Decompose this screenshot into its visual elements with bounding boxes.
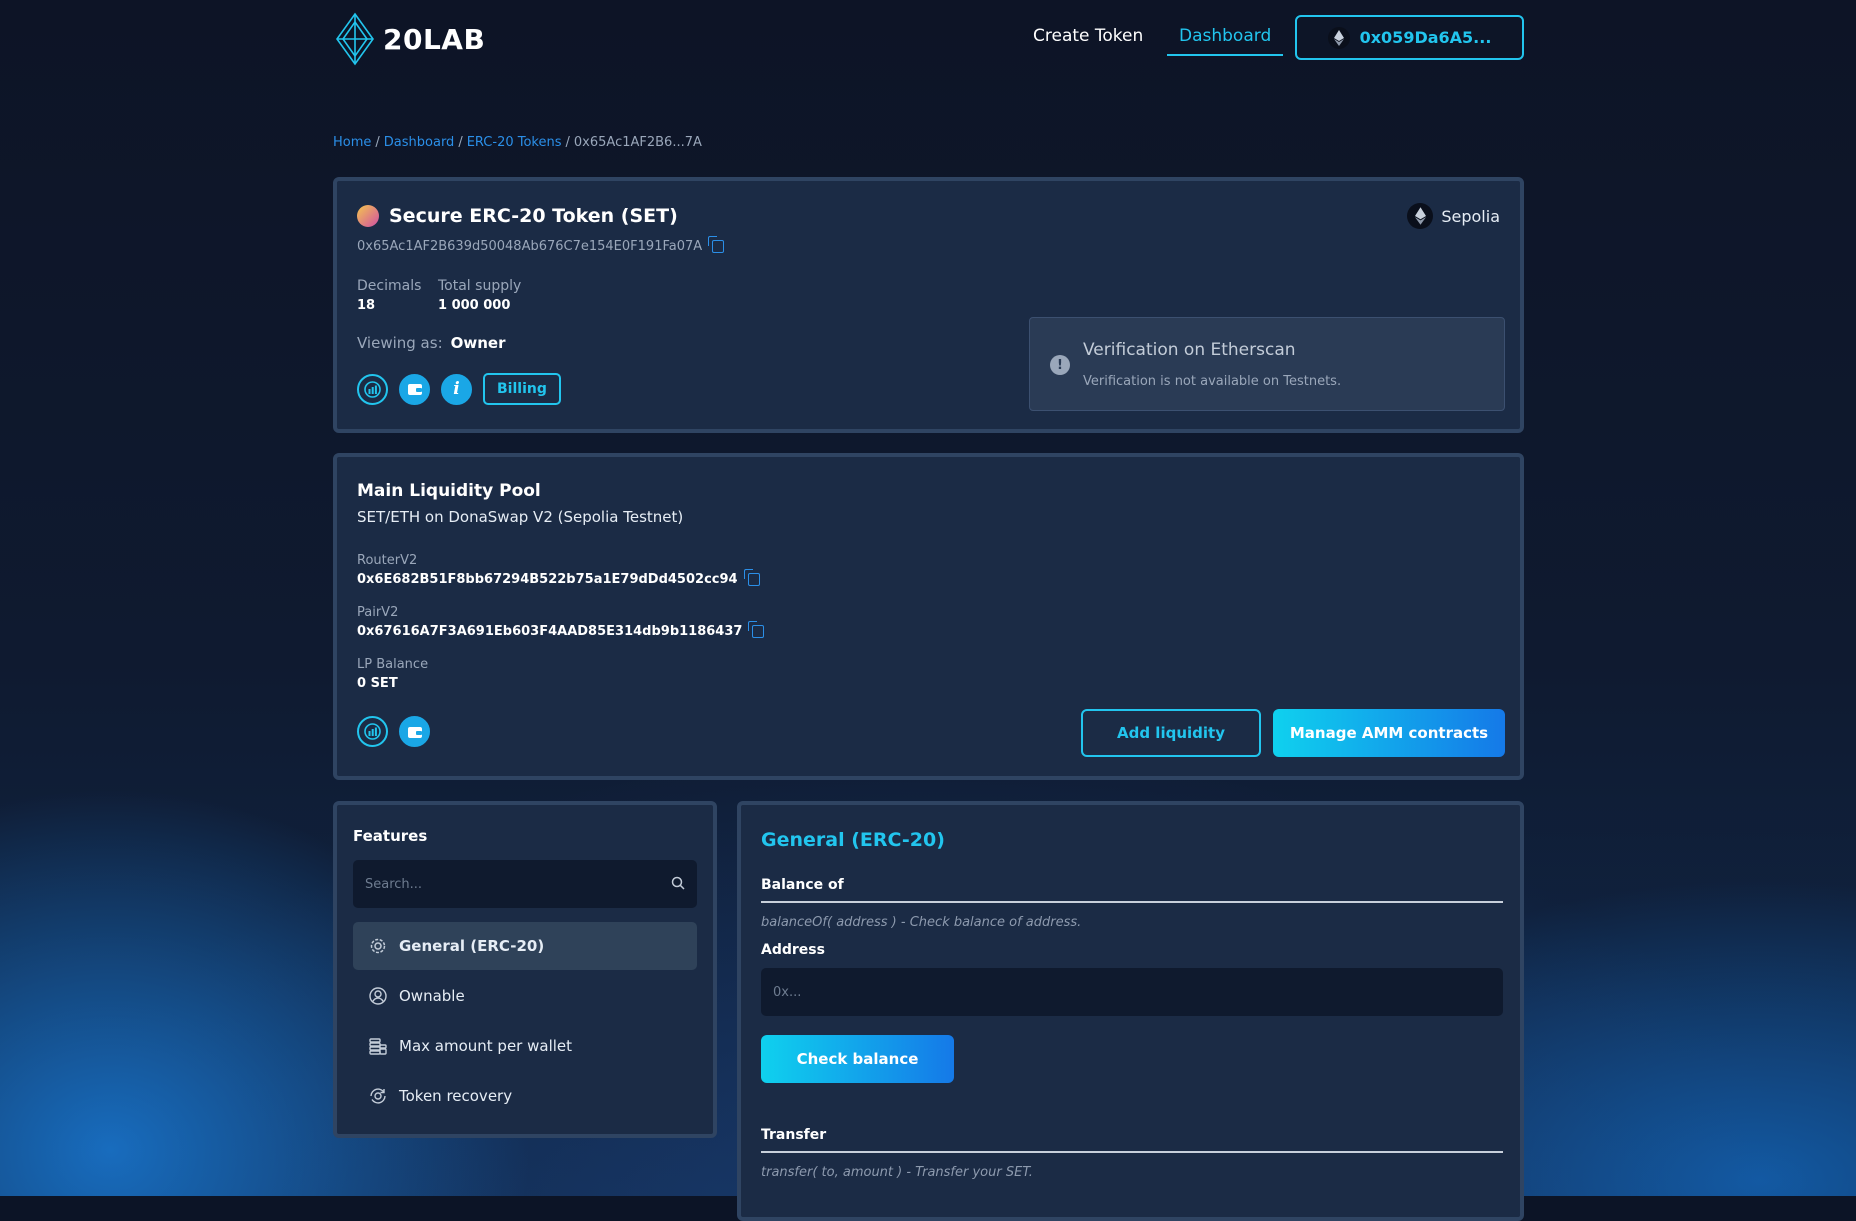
pair-address: 0x67616A7F3A691Eb603F4AAD85E314db9b11864…: [357, 624, 743, 639]
balance-description: balanceOf( address ) - Check balance of …: [761, 915, 1082, 930]
feature-item-general[interactable]: General (ERC-20): [353, 922, 697, 970]
copy-icon[interactable]: [748, 621, 765, 638]
warning-icon: !: [1050, 355, 1070, 375]
transfer-description: transfer( to, amount ) - Transfer your S…: [761, 1165, 1033, 1180]
address-input[interactable]: [761, 968, 1503, 1016]
token-card: Secure ERC-20 Token (SET) 0x65Ac1AF2B639…: [333, 177, 1524, 433]
pool-actions: [357, 716, 441, 747]
general-erc20-card: General (ERC-20) Balance of balanceOf( a…: [737, 801, 1524, 1221]
transfer-heading: Transfer: [761, 1127, 1503, 1153]
wallet-icon[interactable]: [399, 373, 430, 405]
features-title: Features: [353, 827, 428, 845]
recovery-icon: [367, 1085, 389, 1107]
general-title: General (ERC-20): [761, 829, 945, 851]
features-search: [353, 860, 697, 908]
router-field: RouterV2 0x6E682B51F8bb67294B522b75a1E79…: [357, 553, 760, 587]
copy-icon[interactable]: [743, 569, 760, 586]
manage-amm-button[interactable]: Manage AMM contracts: [1273, 709, 1505, 757]
network-name: Sepolia: [1441, 206, 1500, 226]
pool-title: Main Liquidity Pool: [357, 481, 541, 501]
token-title: Secure ERC-20 Token (SET): [357, 205, 678, 227]
breadcrumb: Home / Dashboard / ERC-20 Tokens/0x65Ac1AF2B…: [333, 135, 702, 150]
gear-icon: [367, 935, 389, 957]
features-card: Features General (ERC-20) Ownable Max am…: [333, 801, 717, 1138]
token-address-row: 0x65Ac1AF2B639d50048Ab676C7e154E0F191Fa0…: [357, 236, 725, 254]
nav-create-token[interactable]: Create Token: [1033, 26, 1143, 46]
feature-item-ownable[interactable]: Ownable: [353, 972, 697, 1020]
supply-label: Total supply: [438, 278, 522, 294]
copy-icon[interactable]: [708, 236, 725, 253]
breadcrumb-erc20[interactable]: ERC-20 Tokens: [467, 135, 562, 150]
decimals-value: 18: [357, 298, 376, 313]
pair-label: PairV2: [357, 605, 399, 620]
diamond-logo-icon: [336, 12, 374, 66]
token-actions: i Billing: [357, 373, 561, 405]
viewing-as: Viewing as: Owner: [357, 334, 505, 352]
router-address: 0x6E682B51F8bb67294B522b75a1E79dDd4502cc…: [357, 572, 738, 587]
feature-label: Ownable: [399, 987, 465, 1005]
wallet-icon[interactable]: [399, 716, 430, 747]
ethereum-icon: [1327, 26, 1350, 49]
lp-balance-field: LP Balance 0 SET: [357, 657, 428, 691]
wallet-address: 0x059Da6A5...: [1359, 28, 1492, 47]
liquidity-pool-card: Main Liquidity Pool SET/ETH on DonaSwap …: [333, 453, 1524, 780]
chart-icon[interactable]: [357, 716, 388, 747]
verification-notice: ! Verification on Etherscan Verification…: [1029, 317, 1505, 411]
token-address: 0x65Ac1AF2B639d50048Ab676C7e154E0F191Fa0…: [357, 239, 703, 254]
feature-label: General (ERC-20): [399, 937, 545, 955]
chart-icon[interactable]: [357, 373, 388, 405]
network-badge: Sepolia: [1407, 203, 1500, 229]
lp-balance-label: LP Balance: [357, 657, 429, 672]
nav-dashboard[interactable]: Dashboard: [1167, 26, 1284, 56]
user-icon: [367, 985, 389, 1007]
search-icon[interactable]: [671, 876, 685, 890]
verification-text: Verification is not available on Testnet…: [1083, 374, 1342, 389]
viewing-label: Viewing as:: [357, 334, 443, 352]
feature-item-max-amount[interactable]: Max amount per wallet: [353, 1022, 697, 1070]
decimals-stat: Decimals 18: [357, 278, 421, 313]
logo-text: 20LAB: [383, 22, 486, 56]
feature-label: Max amount per wallet: [399, 1037, 573, 1055]
token-avatar-icon: [357, 205, 379, 227]
logo[interactable]: 20LAB: [333, 12, 485, 66]
ethereum-icon: [1407, 203, 1434, 229]
supply-stat: Total supply 1 000 000: [438, 278, 521, 313]
decimals-label: Decimals: [357, 278, 422, 294]
feature-label: Token recovery: [399, 1087, 513, 1105]
pair-field: PairV2 0x67616A7F3A691Eb603F4AAD85E314db…: [357, 605, 765, 639]
wallet-button[interactable]: 0x059Da6A5...: [1295, 15, 1524, 60]
pool-subtitle: SET/ETH on DonaSwap V2 (Sepolia Testnet): [357, 508, 684, 526]
check-balance-button[interactable]: Check balance: [761, 1035, 954, 1083]
breadcrumb-current: 0x65Ac1AF2B6...7A: [573, 135, 702, 150]
router-label: RouterV2: [357, 553, 418, 568]
billing-button[interactable]: Billing: [483, 373, 561, 405]
token-name: Secure ERC-20 Token (SET): [389, 205, 678, 227]
coins-icon: [367, 1035, 389, 1057]
verification-title: Verification on Etherscan: [1083, 340, 1296, 360]
search-input[interactable]: [353, 860, 653, 908]
info-icon[interactable]: i: [441, 373, 472, 405]
lp-balance-value: 0 SET: [357, 676, 398, 691]
breadcrumb-home[interactable]: Home: [333, 135, 371, 150]
feature-item-token-recovery[interactable]: Token recovery: [353, 1072, 697, 1120]
supply-value: 1 000 000: [438, 298, 511, 313]
add-liquidity-button[interactable]: Add liquidity: [1081, 709, 1261, 757]
viewing-role: Owner: [450, 334, 506, 352]
breadcrumb-dashboard[interactable]: Dashboard: [384, 135, 455, 150]
balance-heading: Balance of: [761, 877, 1503, 903]
address-label: Address: [761, 942, 825, 958]
